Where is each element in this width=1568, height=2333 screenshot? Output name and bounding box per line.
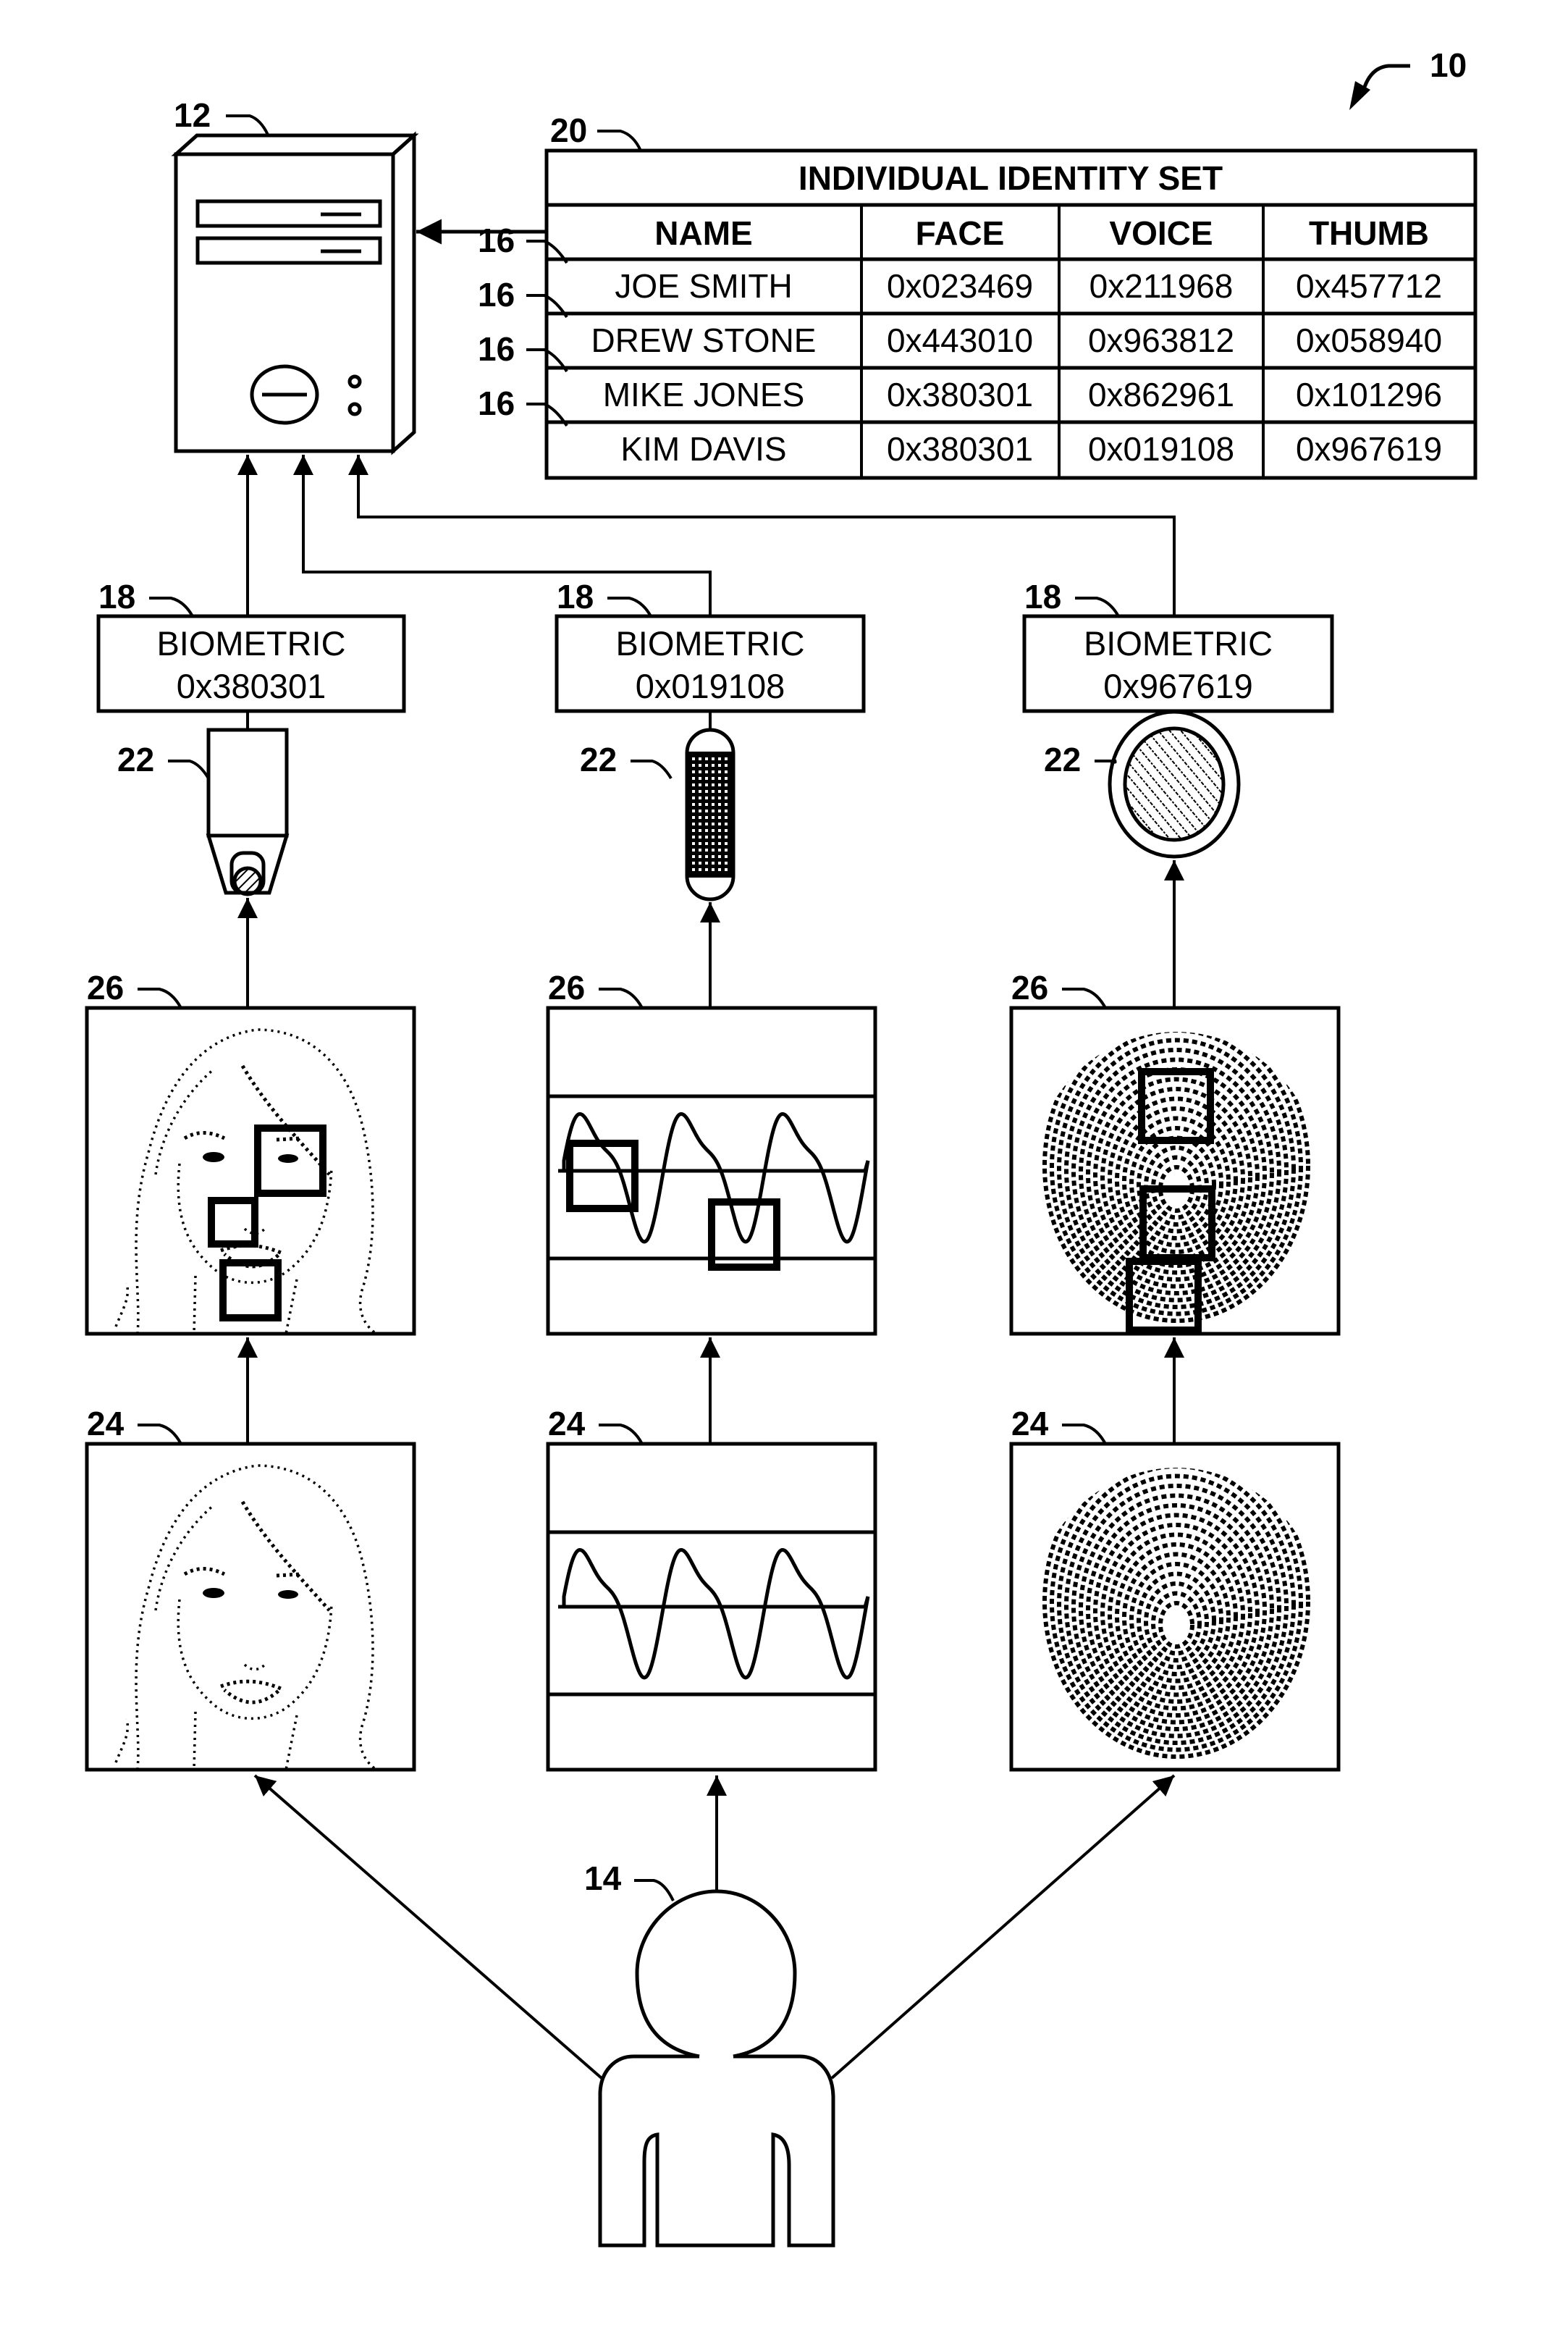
voice-cell: 0x211968 bbox=[1089, 267, 1234, 305]
thumb-cell: 0x058940 bbox=[1296, 321, 1442, 359]
ref-label: 26 bbox=[87, 969, 124, 1006]
biometric-value: 0x967619 bbox=[1103, 667, 1252, 705]
raw-panel: 24 bbox=[546, 1405, 877, 1772]
ref-label: 18 bbox=[557, 578, 594, 615]
ref-leader bbox=[138, 988, 182, 1009]
figure-ref-leader bbox=[1362, 64, 1410, 88]
voice-cell: 0x862961 bbox=[1088, 376, 1234, 413]
name-cell: DREW STONE bbox=[591, 321, 817, 359]
figure-ref-label: 10 bbox=[1430, 46, 1467, 84]
channel-face: BIOMETRIC 0x380301 18 22 26 24 bbox=[85, 578, 416, 1772]
table-ref-label: 20 bbox=[550, 112, 587, 149]
person: 14 bbox=[253, 1774, 1176, 2248]
server: 12 bbox=[171, 96, 419, 455]
ref-label: 22 bbox=[117, 741, 154, 778]
microphone-icon bbox=[685, 728, 735, 901]
face-cell: 0x023469 bbox=[887, 267, 1033, 305]
voice-cell: 0x963812 bbox=[1088, 321, 1234, 359]
channel-thumb: BIOMETRIC 0x967619 18 22 26 24 bbox=[1009, 578, 1341, 1772]
ref-label: 22 bbox=[580, 741, 617, 778]
ref-label: 24 bbox=[87, 1405, 125, 1442]
server-tower-icon bbox=[171, 131, 419, 455]
biometric-value: 0x380301 bbox=[177, 667, 326, 705]
row-ref-label: 16 bbox=[478, 222, 515, 259]
ref-leader bbox=[138, 1424, 182, 1445]
raw-panel: 24 bbox=[1009, 1405, 1341, 1772]
column-header-face: FACE bbox=[916, 214, 1005, 252]
ref-leader bbox=[599, 988, 644, 1009]
name-cell: KIM DAVIS bbox=[620, 430, 786, 468]
ref-leader bbox=[1095, 760, 1117, 765]
ref-label: 26 bbox=[548, 969, 585, 1006]
system-diagram: 10 12 20 INDIVIDUAL IDENTITY SET NAME FA… bbox=[85, 46, 1478, 2248]
biometric-box: BIOMETRIC 0x380301 18 bbox=[96, 578, 406, 713]
column-header-voice: VOICE bbox=[1109, 214, 1213, 252]
biometric-label: BIOMETRIC bbox=[1084, 624, 1273, 663]
column-header-thumb: THUMB bbox=[1309, 214, 1429, 252]
raw-panel: 24 bbox=[85, 1405, 416, 1772]
ref-leader bbox=[631, 760, 673, 780]
camera-icon bbox=[206, 728, 290, 896]
server-ref-leader bbox=[226, 114, 269, 135]
fingerprint-scanner-icon bbox=[1108, 710, 1241, 859]
ref-leader bbox=[599, 1424, 644, 1445]
thumb-cell: 0x457712 bbox=[1296, 267, 1442, 305]
ref-label: 24 bbox=[1011, 1405, 1049, 1442]
server-ref-label: 12 bbox=[174, 96, 211, 134]
biometric-box: BIOMETRIC 0x967619 18 bbox=[1022, 578, 1334, 713]
person-ref-leader bbox=[634, 1879, 675, 1901]
row-ref-label: 16 bbox=[478, 330, 515, 368]
name-cell: MIKE JONES bbox=[603, 376, 805, 413]
ref-label: 26 bbox=[1011, 969, 1048, 1006]
biometric-value: 0x019108 bbox=[636, 667, 785, 705]
channel-voice: BIOMETRIC 0x019108 18 22 26 24 bbox=[546, 578, 877, 1772]
processed-panel: 26 bbox=[85, 969, 416, 1444]
ref-leader bbox=[1062, 1424, 1107, 1445]
ref-leader bbox=[149, 597, 194, 618]
sensor: 22 bbox=[117, 711, 290, 1006]
figure-reference: 10 bbox=[1349, 46, 1467, 110]
table-title: INDIVIDUAL IDENTITY SET bbox=[798, 159, 1223, 197]
figure-ref-arrowhead-icon bbox=[1349, 81, 1370, 110]
ref-leader bbox=[168, 760, 210, 780]
ref-label: 24 bbox=[548, 1405, 586, 1442]
ref-leader bbox=[1075, 597, 1120, 618]
processed-panel: 26 bbox=[1009, 969, 1341, 1444]
column-header-name: NAME bbox=[654, 214, 752, 252]
face-cell: 0x380301 bbox=[887, 430, 1033, 468]
ref-label: 18 bbox=[98, 578, 135, 615]
biometric-label: BIOMETRIC bbox=[615, 624, 804, 663]
person-to-thumb-arrow bbox=[830, 1774, 1176, 2080]
thumb-cell: 0x101296 bbox=[1296, 376, 1442, 413]
row-ref-label: 16 bbox=[478, 276, 515, 314]
person-icon bbox=[598, 1889, 835, 2248]
processed-panel: 26 bbox=[546, 969, 877, 1444]
ref-leader bbox=[607, 597, 652, 618]
ref-label: 18 bbox=[1024, 578, 1061, 615]
sensor: 22 bbox=[580, 711, 735, 1006]
biometric-label: BIOMETRIC bbox=[156, 624, 345, 663]
identity-table: 20 INDIVIDUAL IDENTITY SET NAME FACE VOI… bbox=[478, 112, 1478, 480]
person-ref-label: 14 bbox=[584, 1859, 622, 1897]
row-ref-label: 16 bbox=[478, 384, 515, 422]
person-to-face-arrow bbox=[253, 1774, 603, 2080]
voice-cell: 0x019108 bbox=[1088, 430, 1234, 468]
face-cell: 0x380301 bbox=[887, 376, 1033, 413]
sensor: 22 bbox=[1044, 710, 1241, 1006]
face-cell: 0x443010 bbox=[887, 321, 1033, 359]
ref-leader bbox=[1062, 988, 1107, 1009]
table-ref-leader bbox=[597, 130, 642, 151]
name-cell: JOE SMITH bbox=[615, 267, 792, 305]
ref-label: 22 bbox=[1044, 741, 1081, 778]
thumb-cell: 0x967619 bbox=[1296, 430, 1442, 468]
